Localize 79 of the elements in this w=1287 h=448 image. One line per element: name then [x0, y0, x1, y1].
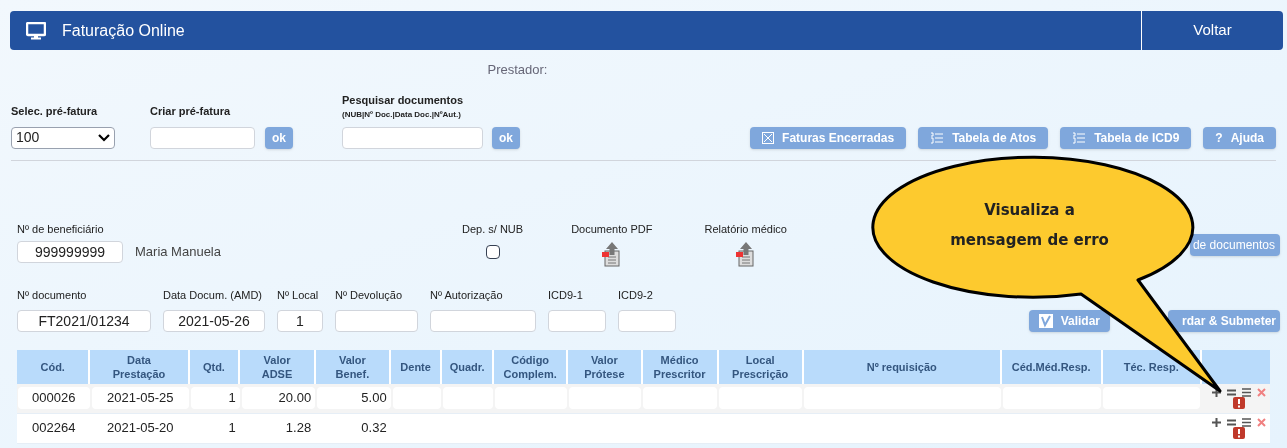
field-label: Criar pré-fatura [150, 104, 232, 119]
field-label: ICD9-1 [548, 288, 584, 303]
plus-icon[interactable] [1211, 387, 1221, 397]
toolbar-button[interactable]: Tabela de ICD9 [1060, 126, 1192, 149]
column-header [1201, 349, 1270, 384]
document-upload-icon[interactable] [601, 241, 622, 267]
list-icon[interactable] [1241, 387, 1251, 397]
monitor-icon [26, 21, 46, 40]
page-title: Faturação Online [62, 20, 185, 41]
error-icon[interactable] [1232, 396, 1245, 409]
column-header: Código Complem. [494, 349, 569, 384]
column-header: Céd.Méd.Resp. [1001, 349, 1103, 384]
toolbar-button[interactable]: Tabela de Atos [918, 126, 1049, 149]
column-header: Quadr. [442, 349, 495, 384]
document-field[interactable] [430, 309, 536, 332]
document-field[interactable]: 2021-05-26 [163, 309, 265, 332]
field-label: Selec. pré-fatura [11, 104, 99, 119]
chevron-down-icon [98, 133, 110, 142]
column-header: Valor ADSE [240, 349, 316, 384]
question-icon: ? [1215, 128, 1223, 147]
field-label: Pesquisar documentos [342, 93, 465, 108]
list-icon [1072, 131, 1087, 144]
callout-text: Visualiza a mensagem de erro [949, 200, 1110, 251]
list-icon[interactable] [1241, 417, 1251, 427]
table-cell: 1 [190, 387, 240, 409]
create-invoice-field[interactable] [150, 126, 255, 149]
column-header: Qtd. [189, 349, 241, 384]
field-label: Nº Devolução [335, 288, 403, 303]
document-field[interactable] [335, 309, 418, 332]
search-documents-field[interactable] [342, 126, 483, 149]
field-label: Relatório médico [704, 221, 787, 237]
table-cell: 20.00 [241, 387, 316, 409]
field-label: Nº de beneficiário [17, 221, 105, 237]
column-header: Médico Prescritor [642, 349, 719, 384]
document-field[interactable] [618, 309, 676, 332]
beneficiary-field[interactable]: 999999999 [17, 241, 123, 263]
equals-icon[interactable] [1226, 418, 1236, 426]
column-header: Valor Benef. [315, 349, 392, 384]
equals-icon[interactable] [1226, 388, 1236, 396]
beneficiary-name: Maria Manuela [135, 243, 221, 262]
ok-button[interactable]: ok [492, 126, 521, 149]
field-label: Data Docum. (AMD) [163, 288, 264, 303]
column-header: Local Prescrição [718, 349, 804, 384]
field-label: Documento PDF [571, 221, 653, 237]
toolbar-button[interactable]: Faturas Encerradas [750, 126, 907, 149]
field-hint: (NUB|Nº Doc.|Data Doc.|NºAut.) [342, 108, 462, 121]
back-button[interactable]: Voltar [1141, 11, 1283, 50]
checkbox[interactable] [485, 245, 500, 259]
field-label: ICD9-2 [618, 288, 654, 303]
column-header: Valor Prótese [568, 349, 643, 384]
close-icon[interactable] [1256, 387, 1266, 397]
column-header: Data Prestação [90, 349, 190, 384]
field-label: Nº documento [17, 288, 88, 303]
submit-button[interactable]: rdar & Submeter [1168, 309, 1280, 332]
provider-label: Prestador: [487, 62, 548, 77]
table-cell: 2021-05-25 [91, 387, 189, 409]
field-label: Dep. s/ NUB [462, 221, 524, 237]
documents-button[interactable]: de documentos [1190, 233, 1280, 256]
ok-button[interactable]: ok [265, 126, 293, 149]
plus-icon[interactable] [1211, 417, 1221, 427]
table-cell: 000026 [18, 387, 90, 409]
close-icon[interactable] [1256, 417, 1266, 427]
invoice-select[interactable]: 100 [11, 126, 115, 149]
toolbar-button[interactable]: ? Ajuda [1203, 126, 1276, 149]
document-upload-icon[interactable] [735, 241, 756, 267]
column-header: Nº requisição [803, 349, 1002, 384]
document-field[interactable]: 1 [277, 309, 323, 332]
list-icon [930, 131, 945, 144]
field-label: Nº Local [277, 288, 320, 303]
field-label: Nº Autorização [430, 288, 504, 303]
document-field[interactable]: FT2021/01234 [17, 309, 151, 332]
check-box-icon [1038, 313, 1053, 328]
column-header: Dente [391, 349, 443, 384]
document-field[interactable] [548, 309, 606, 332]
error-icon[interactable] [1232, 426, 1245, 439]
column-header: Cód. [17, 349, 91, 384]
validate-button[interactable]: Validar [1028, 309, 1110, 332]
table-cell: 5.00 [317, 387, 391, 409]
close-box-icon [762, 131, 775, 144]
